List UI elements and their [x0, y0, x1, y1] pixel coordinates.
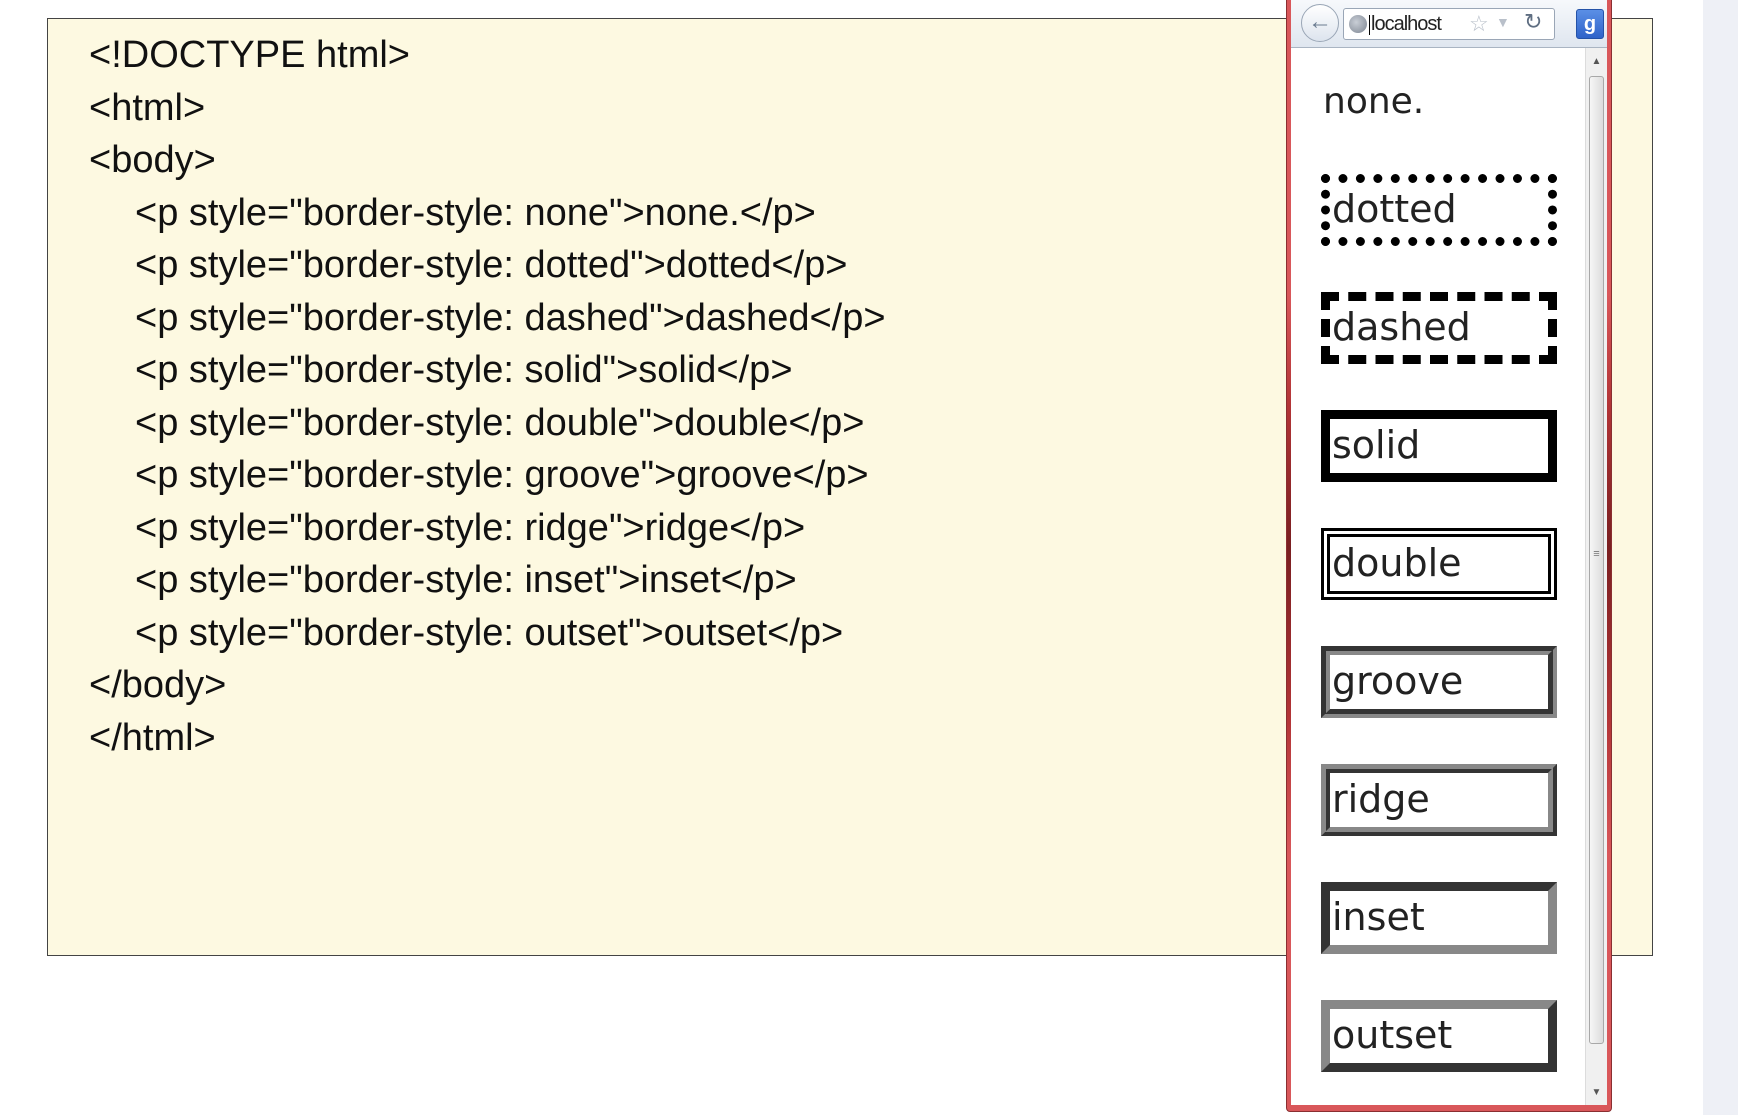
- code-line: <p style="border-style: ridge">ridge</p>: [135, 506, 806, 549]
- page-right-gutter: [1703, 0, 1738, 1115]
- scroll-thumb[interactable]: ≡: [1589, 76, 1604, 1044]
- url-input[interactable]: localhost: [1369, 13, 1442, 36]
- paragraph-border-ridge: ridge: [1321, 764, 1557, 836]
- code-line: <!DOCTYPE html>: [89, 34, 410, 76]
- address-bar[interactable]: localhost ☆ ▼ ↻: [1343, 8, 1555, 40]
- scroll-down-arrow-icon[interactable]: ▼: [1586, 1083, 1607, 1103]
- paragraph-border-dashed: dashed: [1321, 292, 1557, 364]
- code-line: <p style="border-style: outset">outset</…: [135, 611, 844, 654]
- code-line: <p style="border-style: none">none.</p>: [135, 191, 816, 234]
- paragraph-border-dotted: dotted: [1321, 174, 1557, 246]
- globe-icon: [1349, 15, 1367, 33]
- code-line: <body>: [89, 139, 216, 181]
- code-line: </html>: [89, 716, 216, 759]
- code-line: </body>: [89, 664, 227, 706]
- code-line: <p style="border-style: dashed">dashed</…: [135, 296, 886, 339]
- vertical-scrollbar[interactable]: ▲ ≡ ▼: [1585, 48, 1607, 1105]
- reload-icon[interactable]: ↻: [1524, 9, 1542, 35]
- back-arrow-icon[interactable]: ←: [1301, 4, 1339, 42]
- browser-window: ← localhost ☆ ▼ ↻ g none. dotted dashed …: [1286, 0, 1612, 1112]
- code-line: <p style="border-style: dotted">dotted</…: [135, 244, 848, 286]
- dropdown-icon[interactable]: ▼: [1496, 14, 1510, 30]
- scroll-up-arrow-icon[interactable]: ▲: [1586, 52, 1607, 72]
- browser-toolbar: ← localhost ☆ ▼ ↻ g: [1291, 0, 1607, 48]
- paragraph-border-solid: solid: [1321, 410, 1557, 482]
- code-line: <p style="border-style: inset">inset</p>: [135, 559, 797, 601]
- code-line: <html>: [89, 86, 206, 129]
- google-search-icon[interactable]: g: [1576, 9, 1604, 39]
- code-line: <p style="border-style: double">double</…: [135, 401, 865, 444]
- page-viewport: none. dotted dashed solid double groove …: [1291, 48, 1585, 1105]
- code-line: <p style="border-style: groove">groove</…: [135, 454, 869, 496]
- paragraph-border-groove: groove: [1321, 646, 1557, 718]
- paragraph-border-inset: inset: [1321, 882, 1557, 954]
- code-line: <p style="border-style: solid">solid</p>: [135, 349, 793, 391]
- paragraph-border-double: double: [1321, 528, 1557, 600]
- code-listing: <!DOCTYPE html> <html> <body> <p style="…: [89, 29, 886, 764]
- star-icon[interactable]: ☆: [1469, 11, 1489, 37]
- paragraph-border-outset: outset: [1321, 1000, 1557, 1072]
- scroll-grip-icon: ≡: [1593, 548, 1600, 560]
- paragraph-border-none: none.: [1323, 81, 1425, 122]
